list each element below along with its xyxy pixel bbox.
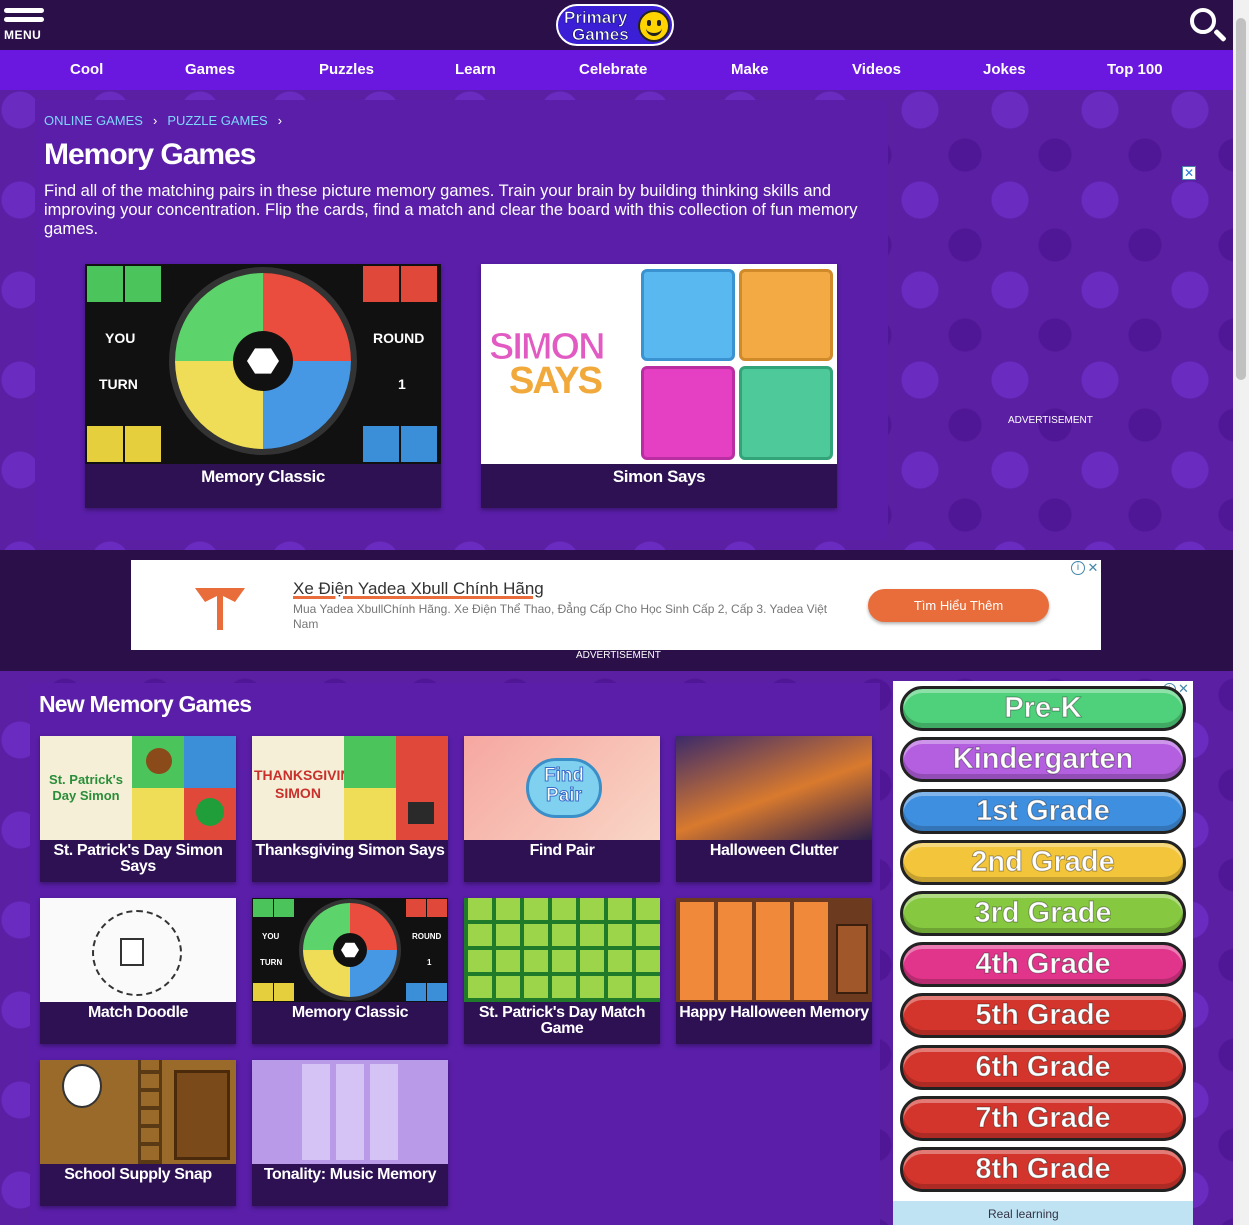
ad-body: Mua Yadea XbullChính Hãng. Xe Điện Thể T… [293,602,828,631]
game-thumbnail: St. Patrick's Day Simon [40,736,236,840]
game-card-simon-says[interactable]: SIMON SAYS Simon Says [481,264,837,508]
search-button[interactable] [1188,6,1228,46]
nav-item-puzzles[interactable]: Puzzles [319,61,374,78]
game-thumbnail: SIMON SAYS [481,264,837,464]
menu-button[interactable]: MENU [4,8,46,44]
hamburger-icon [4,8,44,13]
grade-button-8th[interactable]: 8th Grade [900,1147,1186,1192]
grades-ad: i ✕ Pre-K Kindergarten 1st Grade 2nd Gra… [893,681,1193,1225]
page-description: Find all of the matching pairs in these … [44,182,858,238]
main-nav: Cool Games Puzzles Learn Celebrate Make … [0,50,1233,90]
top-bar: MENU Primary Games [0,0,1233,50]
ad-close-button[interactable]: ✕ [1182,166,1196,180]
game-title: Memory Classic [291,1004,409,1021]
intro-section: ONLINE GAMES › PUZZLE GAMES › Memory Games … [35,100,888,540]
grade-button-2nd[interactable]: 2nd Grade [900,840,1186,885]
page-title: Memory Games [44,138,256,171]
promo-strip[interactable]: Real learning [893,1201,1193,1225]
game-thumbnail [676,898,872,1002]
ad-info-icon[interactable]: i [1071,561,1085,575]
ad-label: ADVERTISEMENT [576,650,661,661]
ad-label: ADVERTISEMENT [1008,415,1093,426]
game-card-halloween-clutter[interactable]: Halloween Clutter [676,736,872,882]
nav-item-celebrate[interactable]: Celebrate [579,61,647,78]
logo-text-games: Games [572,25,629,45]
game-thumbnail [676,736,872,840]
search-icon [1190,8,1216,34]
scrollbar-thumb[interactable] [1236,18,1246,380]
grade-button-kindergarten[interactable]: Kindergarten [900,737,1186,782]
new-games-section: New Memory Games St. Patrick's Day Simon… [30,683,880,1225]
grade-button-7th[interactable]: 7th Grade [900,1096,1186,1141]
game-title: St. Patrick's Day Match Game [478,1004,646,1037]
game-card-tonality-music-memory[interactable]: Tonality: Music Memory [252,1060,448,1206]
page-scrollbar[interactable] [1233,0,1249,1225]
game-title: Tonality: Music Memory [263,1166,437,1183]
breadcrumb-puzzle-games[interactable]: PUZZLE GAMES [167,113,267,128]
site-logo[interactable]: Primary Games [556,4,674,46]
nav-item-videos[interactable]: Videos [852,61,901,78]
menu-label: MENU [4,28,42,42]
section-heading: New Memory Games [39,691,252,717]
game-card-st-patricks-match[interactable]: St. Patrick's Day Match Game [464,898,660,1044]
grade-button-pre-k[interactable]: Pre-K [900,686,1186,731]
grade-button-3rd[interactable]: 3rd Grade [900,891,1186,936]
game-card-match-doodle[interactable]: Match Doodle [40,898,236,1044]
game-card-school-supply-snap[interactable]: School Supply Snap [40,1060,236,1206]
breadcrumb: ONLINE GAMES › PUZZLE GAMES › [44,113,283,128]
game-thumbnail: YOU TURN ROUND 1 [85,264,441,464]
right-ad-slot: ✕ ADVERTISEMENT [888,90,1233,550]
grade-button-6th[interactable]: 6th Grade [900,1045,1186,1090]
game-title: Happy Halloween Memory [679,1004,869,1021]
game-card-find-pair[interactable]: Find Pair Find Pair [464,736,660,882]
grade-button-4th[interactable]: 4th Grade [900,942,1186,987]
nav-item-learn[interactable]: Learn [455,61,496,78]
nav-item-make[interactable]: Make [731,61,769,78]
game-title: Simon Says [612,467,706,486]
banner-ad[interactable]: Xe Điện Yadea Xbull Chính Hãng Mua Yadea… [131,560,1101,650]
breadcrumb-online-games[interactable]: ONLINE GAMES [44,113,143,128]
game-title: Thanksgiving Simon Says [255,842,445,859]
sound-icon[interactable] [87,426,123,462]
game-thumbnail: YOU TURN ROUND 1 [252,898,448,1002]
game-thumbnail [464,898,660,1002]
ad-cta-button[interactable]: Tìm Hiểu Thêm [868,589,1049,622]
game-card-memory-classic[interactable]: YOU TURN ROUND 1 Memory Classic [85,264,441,508]
game-title: School Supply Snap [64,1166,212,1183]
nav-item-jokes[interactable]: Jokes [983,61,1026,78]
game-title: Halloween Clutter [709,842,839,859]
game-title: Memory Classic [201,467,325,486]
game-card-thanksgiving-simon[interactable]: THANKSGIVING SIMON Thanksgiving Simon Sa… [252,736,448,882]
game-thumbnail [252,1060,448,1164]
smiley-icon [638,10,670,42]
ad-close-button[interactable]: ✕ [1086,561,1100,575]
game-title: Find Pair [529,842,595,859]
game-thumbnail: THANKSGIVING SIMON [252,736,448,840]
game-thumbnail: Find Pair [464,736,660,840]
game-thumbnail [40,898,236,1002]
game-card-happy-halloween-memory[interactable]: Happy Halloween Memory [676,898,872,1044]
nav-item-games[interactable]: Games [185,61,235,78]
game-title: St. Patrick's Day Simon Says [53,842,223,875]
fullscreen-icon[interactable] [401,426,437,462]
grade-button-5th[interactable]: 5th Grade [900,993,1186,1038]
nav-item-top-100[interactable]: Top 100 [1107,61,1163,78]
game-title: Match Doodle [87,1004,189,1021]
yadea-logo-icon [195,588,245,630]
game-card-memory-classic-2[interactable]: YOU TURN ROUND 1 Memory Classic [252,898,448,1044]
grade-button-1st[interactable]: 1st Grade [900,789,1186,834]
banner-ad-band: Xe Điện Yadea Xbull Chính Hãng Mua Yadea… [0,550,1233,671]
ad-headline[interactable]: Xe Điện Yadea Xbull Chính Hãng [293,579,544,599]
game-card-st-patricks-simon[interactable]: St. Patrick's Day Simon St. Patrick's Da… [40,736,236,882]
game-thumbnail [40,1060,236,1164]
nav-item-cool[interactable]: Cool [70,61,103,78]
